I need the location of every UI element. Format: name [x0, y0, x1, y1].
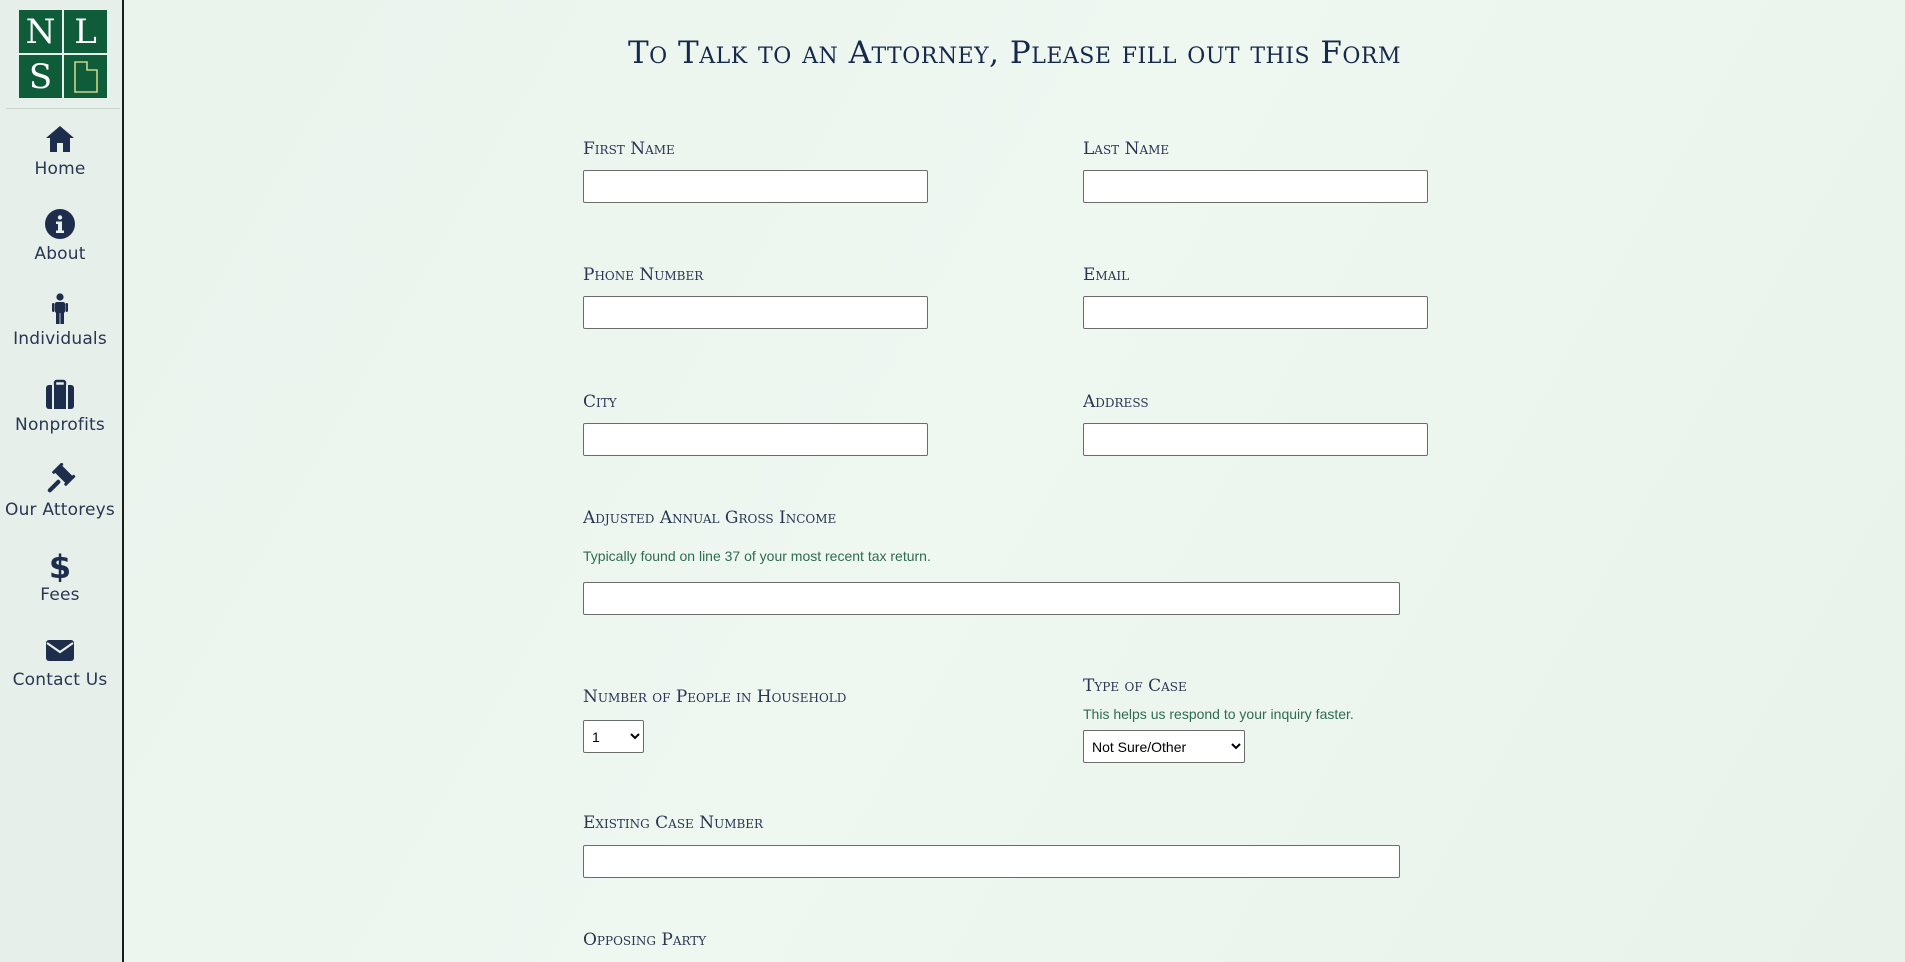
- income-help-text: Typically found on line 37 of your most …: [583, 548, 931, 564]
- city-input[interactable]: [583, 423, 928, 456]
- case-number-label: Existing Case Number: [583, 813, 764, 833]
- home-icon: [46, 126, 74, 152]
- info-icon: [45, 209, 75, 239]
- logo-letter-s: S: [18, 54, 63, 99]
- income-input[interactable]: [583, 582, 1400, 615]
- nav-label-about: About: [34, 244, 86, 264]
- sidebar-divider: [6, 108, 120, 109]
- logo-letter-l: L: [63, 9, 108, 54]
- city-label: City: [583, 392, 617, 412]
- nav-label-our-attorneys: Our Attoreys: [4, 500, 115, 520]
- nav-label-fees: Fees: [40, 585, 80, 605]
- case-number-input[interactable]: [583, 845, 1400, 878]
- nls-logo[interactable]: N L S: [18, 9, 108, 99]
- svg-text:$: $: [49, 548, 71, 582]
- first-name-label: First Name: [583, 139, 675, 159]
- nav-label-nonprofits: Nonprofits: [15, 415, 105, 435]
- envelope-icon: [46, 640, 74, 661]
- case-type-help-text: This helps us respond to your inquiry fa…: [1083, 706, 1354, 722]
- briefcase-icon: [46, 379, 74, 409]
- household-size-select[interactable]: 1: [583, 720, 644, 753]
- nav-item-home[interactable]: Home: [0, 122, 120, 179]
- phone-number-input[interactable]: [583, 296, 928, 329]
- income-label: Adjusted Annual Gross Income: [583, 508, 837, 528]
- last-name-label: Last Name: [1083, 139, 1170, 159]
- first-name-input[interactable]: [583, 170, 928, 203]
- email-input[interactable]: [1083, 296, 1428, 329]
- nav-item-contact-us[interactable]: Contact Us: [0, 633, 120, 690]
- opposing-party-label: Opposing Party: [583, 930, 707, 950]
- nav-item-our-attorneys[interactable]: Our Attoreys: [0, 463, 120, 520]
- person-icon: [52, 293, 68, 324]
- nav-item-about[interactable]: About: [0, 207, 120, 264]
- logo-letter-n: N: [18, 9, 63, 54]
- nav-label-contact-us: Contact Us: [12, 670, 108, 690]
- household-size-label: Number of People in Household: [583, 687, 847, 707]
- nav-item-individuals[interactable]: Individuals: [0, 292, 120, 349]
- address-input[interactable]: [1083, 423, 1428, 456]
- last-name-input[interactable]: [1083, 170, 1428, 203]
- dollar-icon: $: [49, 548, 71, 582]
- phone-number-label: Phone Number: [583, 265, 704, 285]
- nav-item-nonprofits[interactable]: Nonprofits: [0, 378, 120, 435]
- nav-item-fees[interactable]: $ Fees: [0, 548, 120, 605]
- case-type-label: Type of Case: [1083, 676, 1187, 696]
- gavel-icon: [47, 463, 76, 493]
- case-type-select[interactable]: Not Sure/Other: [1083, 730, 1245, 763]
- page-title: To Talk to an Attorney, Please fill out …: [627, 35, 1401, 71]
- email-label: Email: [1083, 265, 1130, 285]
- address-label: Address: [1083, 392, 1149, 412]
- sidebar: N L S Home About Individuals Nonprofits …: [0, 0, 124, 962]
- nav-label-individuals: Individuals: [13, 329, 107, 349]
- utah-state-icon: [63, 54, 108, 99]
- nav-label-home: Home: [34, 159, 86, 179]
